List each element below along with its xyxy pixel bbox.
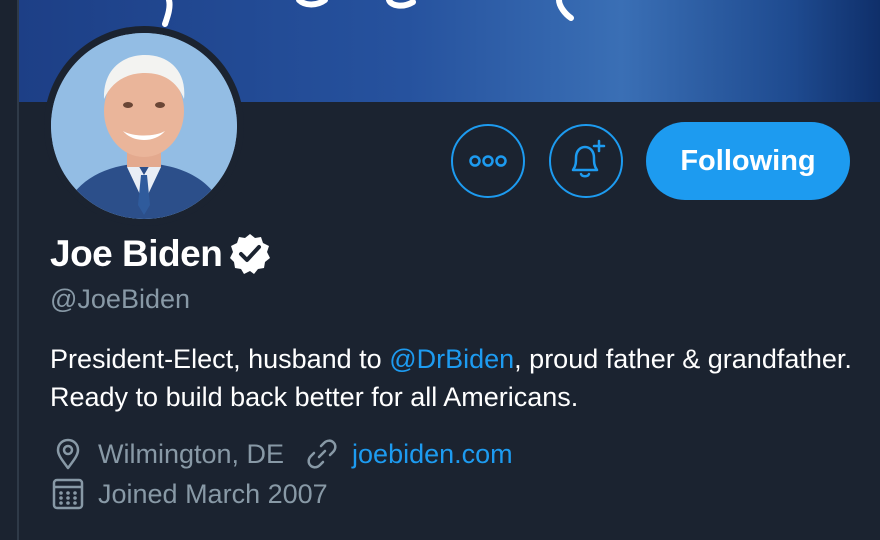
profile-website-link[interactable]: joebiden.com: [352, 439, 513, 470]
verified-badge-icon: [230, 234, 271, 274]
calendar-icon: [52, 478, 84, 510]
name-row: Joe Biden: [50, 232, 272, 276]
profile-name: Joe Biden: [50, 233, 223, 274]
avatar[interactable]: [51, 33, 237, 219]
avatar-portrait: [51, 33, 237, 219]
bio-text-start: President-Elect, husband to: [50, 344, 390, 374]
link-icon: [307, 439, 337, 469]
profile-handle: @JoeBiden: [50, 284, 190, 314]
profile-joined-date: Joined March 2007: [98, 478, 328, 509]
profile-joined-row: Joined March 2007: [50, 476, 328, 512]
notifications-button[interactable]: [549, 124, 623, 198]
more-dots-icon: [469, 155, 507, 167]
profile-location: Wilmington, DE: [98, 438, 285, 469]
bio-mention-link[interactable]: @DrBiden: [389, 344, 514, 374]
bell-plus-icon: [571, 139, 606, 178]
profile-bio: President-Elect, husband to @DrBiden, pr…: [50, 340, 870, 416]
profile-meta-row: Wilmington, DE joebiden.com: [50, 436, 513, 472]
following-button[interactable]: Following: [646, 122, 850, 200]
more-options-button[interactable]: [451, 124, 525, 198]
location-pin-icon: [56, 438, 80, 470]
